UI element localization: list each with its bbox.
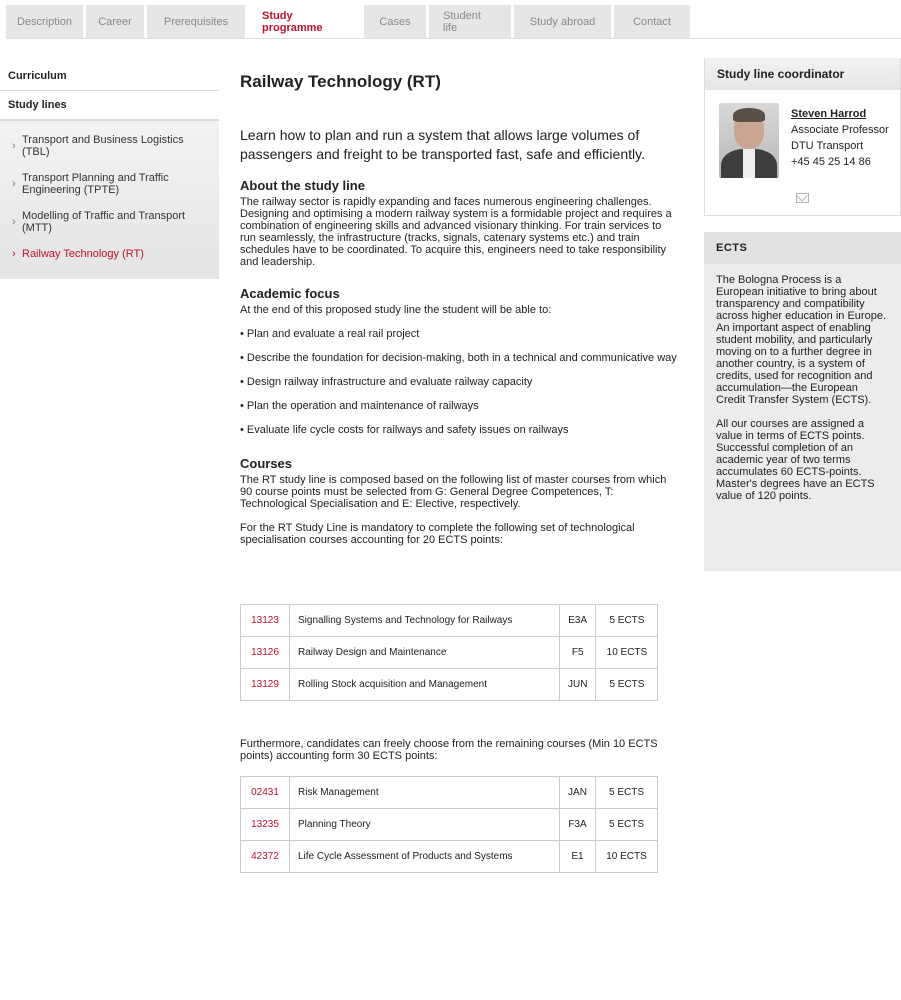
- study-lines-list: › Transport and Business Logistics (TBL) …: [0, 120, 219, 279]
- sidebar-item-label: Railway Technology (RT): [22, 248, 144, 260]
- ects-paragraph: All our courses are assigned a value in …: [716, 418, 875, 502]
- table-row: 02431 Risk Management JAN 5 ECTS: [240, 776, 658, 809]
- focus-bullet: • Plan the operation and maintenance of …: [240, 400, 479, 412]
- table-row: 42372 Life Cycle Assessment of Products …: [240, 840, 658, 873]
- about-text: The railway sector is rapidly expanding …: [240, 196, 672, 268]
- focus-bullet: • Design railway infrastructure and eval…: [240, 376, 533, 388]
- course-code-link[interactable]: 13126: [240, 636, 290, 669]
- mandatory-courses-description: For the RT Study Line is mandatory to co…: [240, 522, 635, 546]
- tab-description[interactable]: Description: [6, 5, 83, 38]
- course-name: Risk Management: [289, 776, 560, 809]
- sidebar-item-label: Transport Planning and Traffic Engineeri…: [22, 172, 169, 196]
- about-heading: About the study line: [240, 178, 365, 193]
- sidebar-item-mtt[interactable]: › Modelling of Traffic and Transport (MTT…: [0, 203, 219, 241]
- sidebar-item-label: Transport and Business Logistics (TBL): [22, 134, 184, 158]
- chevron-right-icon: ›: [12, 216, 16, 228]
- chevron-right-icon: ›: [12, 248, 16, 260]
- table-row: 13126 Railway Design and Maintenance F5 …: [240, 636, 659, 669]
- course-code-link[interactable]: 13129: [240, 668, 290, 701]
- course-code-link[interactable]: 42372: [240, 840, 290, 873]
- tab-career[interactable]: Career: [86, 5, 144, 38]
- sidebar-study-lines-link[interactable]: Study lines: [0, 91, 219, 120]
- ects-box: ECTS The Bologna Process is a European i…: [704, 232, 901, 571]
- course-code-link[interactable]: 13123: [240, 604, 290, 637]
- course-ects: 5 ECTS: [595, 776, 658, 809]
- page-title: Railway Technology (RT): [240, 72, 441, 91]
- course-code-link[interactable]: 13235: [240, 808, 290, 841]
- academic-focus-intro: At the end of this proposed study line t…: [240, 304, 552, 316]
- sidebar-item-label: Modelling of Traffic and Transport (MTT): [22, 210, 186, 234]
- table-row: 13123 Signalling Systems and Technology …: [240, 604, 659, 637]
- sidebar-item-tpte[interactable]: › Transport Planning and Traffic Engineer…: [0, 165, 219, 203]
- course-name: Rolling Stock acquisition and Management: [289, 668, 560, 701]
- coordinator-photo: [719, 103, 779, 178]
- tab-student-life[interactable]: Student life: [429, 5, 511, 38]
- coordinator-name-link[interactable]: Steven Harrod: [791, 106, 889, 122]
- coordinator-phone: +45 45 25 14 86: [791, 156, 871, 168]
- chevron-right-icon: ›: [12, 178, 16, 190]
- sidebar-curriculum-link[interactable]: Curriculum: [0, 62, 219, 91]
- table-row: 13235 Planning Theory F3A 5 ECTS: [240, 808, 658, 841]
- elective-courses-table: 02431 Risk Management JAN 5 ECTS 13235 P…: [240, 776, 658, 873]
- main-content: Railway Technology (RT) Learn how to pla…: [240, 72, 680, 873]
- course-schedule: JUN: [558, 668, 597, 701]
- sidebar: Curriculum Study lines › Transport and Bu…: [0, 62, 219, 279]
- tab-study-abroad[interactable]: Study abroad: [514, 5, 611, 38]
- course-schedule: JAN: [559, 776, 596, 809]
- focus-bullet: • Evaluate life cycle costs for railways…: [240, 424, 569, 436]
- table-row: 13129 Rolling Stock acquisition and Mana…: [240, 668, 659, 701]
- intro-text: Learn how to plan and run a system that …: [240, 127, 645, 162]
- coordinator-department: DTU Transport: [791, 140, 864, 152]
- course-ects: 10 ECTS: [595, 840, 658, 873]
- course-ects: 5 ECTS: [595, 808, 658, 841]
- course-ects: 10 ECTS: [595, 636, 659, 669]
- courses-description: The RT study line is composed based on t…: [240, 474, 667, 510]
- coordinator-info: Steven Harrod Associate Professor DTU Tr…: [791, 106, 889, 170]
- tab-cases[interactable]: Cases: [364, 5, 426, 38]
- mail-icon[interactable]: [796, 193, 809, 203]
- course-name: Signalling Systems and Technology for Ra…: [289, 604, 560, 637]
- elective-courses-description: Furthermore, candidates can freely choos…: [240, 738, 658, 762]
- mandatory-courses-table: 13123 Signalling Systems and Technology …: [240, 604, 659, 701]
- course-ects: 5 ECTS: [595, 668, 659, 701]
- tab-study-programme[interactable]: Study programme: [248, 5, 361, 38]
- coordinator-role: Associate Professor: [791, 124, 889, 136]
- course-ects: 5 ECTS: [595, 604, 659, 637]
- tab-prerequisites[interactable]: Prerequisites: [147, 5, 245, 38]
- chevron-right-icon: ›: [12, 140, 16, 152]
- focus-bullet: • Plan and evaluate a real rail project: [240, 328, 420, 340]
- top-tab-bar: Description Career Prerequisites Study p…: [6, 5, 693, 38]
- focus-bullet: • Describe the foundation for decision-m…: [240, 352, 677, 364]
- tab-contact[interactable]: Contact: [614, 5, 690, 38]
- course-name: Planning Theory: [289, 808, 560, 841]
- courses-heading: Courses: [240, 456, 293, 471]
- course-name: Life Cycle Assessment of Products and Sy…: [289, 840, 560, 873]
- sidebar-item-rt[interactable]: › Railway Technology (RT): [0, 241, 219, 267]
- academic-focus-heading: Academic focus: [240, 286, 340, 301]
- course-code-link[interactable]: 02431: [240, 776, 290, 809]
- course-schedule: F3A: [559, 808, 596, 841]
- tab-divider: [6, 38, 901, 39]
- coordinator-box: Study line coordinator Steven Harrod Ass…: [704, 58, 901, 216]
- ects-heading: ECTS: [704, 232, 901, 264]
- course-schedule: F5: [558, 636, 597, 669]
- course-schedule: E3A: [558, 604, 597, 637]
- course-name: Railway Design and Maintenance: [289, 636, 560, 669]
- coordinator-heading: Study line coordinator: [705, 58, 900, 90]
- sidebar-item-tbl[interactable]: › Transport and Business Logistics (TBL): [0, 127, 219, 165]
- course-schedule: E1: [559, 840, 596, 873]
- ects-paragraph: The Bologna Process is a European initia…: [716, 274, 886, 406]
